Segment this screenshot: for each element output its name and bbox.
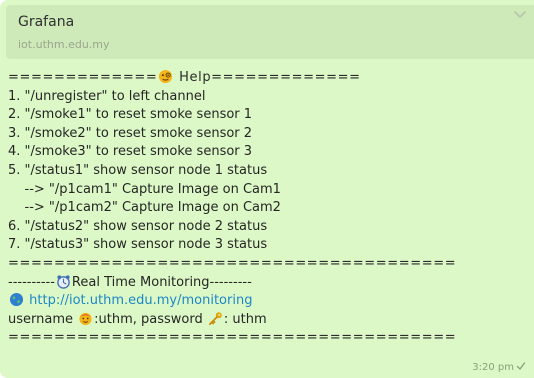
face-icon <box>79 312 92 325</box>
message-meta: 3:20 pm <box>472 361 526 373</box>
alarm-clock-icon <box>57 274 70 289</box>
chevron-down-icon[interactable] <box>512 7 528 23</box>
help-line-status1: 5. "/status1" show sensor node 1 status <box>8 162 268 178</box>
preview-title: Grafana <box>18 14 75 30</box>
password-label: :uthm, password <box>94 311 207 327</box>
monitoring-label: Real Time Monitoring--------- <box>71 274 252 290</box>
monitoring-link-line: http://iot.uthm.edu.my/monitoring <box>8 292 478 311</box>
help-line-unregister: 1. "/unregister" to left channel <box>8 88 206 104</box>
username-label: username <box>8 311 78 327</box>
monitoring-url-link[interactable]: http://iot.uthm.edu.my/monitoring <box>29 293 252 308</box>
monocle-face-icon <box>159 69 173 84</box>
closing-separator-line: ======================================= <box>8 330 457 346</box>
message-bubble: Grafana iot.uthm.edu.my ============= He… <box>0 0 534 378</box>
help-line-status2: 6. "/status2" show sensor node 2 status <box>8 218 268 234</box>
help-line-smoke1: 2. "/smoke1" to reset smoke sensor 1 <box>8 107 253 123</box>
help-header: ============= Help============= <box>8 69 478 88</box>
monitoring-header: ---------- Real Time Monitoring--------- <box>8 274 478 293</box>
help-sep-left: ============= <box>8 70 158 85</box>
message-time: 3:20 pm <box>472 362 514 373</box>
globe-icon <box>9 293 24 307</box>
preview-accent <box>6 5 10 59</box>
preview-domain: iot.uthm.edu.my <box>18 38 110 51</box>
help-line-p1cam1: --> "/p1cam1" Capture Image on Cam1 <box>8 181 281 197</box>
help-line-status3: 7. "/status3" show sensor node 3 status <box>8 237 268 253</box>
help-line-smoke3: 4. "/smoke3" to reset smoke sensor 3 <box>8 144 253 160</box>
key-icon <box>208 311 222 325</box>
password-value: : uthm <box>223 311 267 327</box>
separator-line: ======================================= <box>8 255 457 271</box>
single-check-icon <box>516 362 526 370</box>
help-label: Help============= <box>174 70 361 85</box>
link-preview[interactable]: Grafana iot.uthm.edu.my <box>6 5 534 59</box>
message-text: ============= Help============= 1. "/unr… <box>8 69 478 348</box>
help-line-p1cam2: --> "/p1cam2" Capture Image on Cam2 <box>8 200 281 216</box>
credentials-line: username :uthm, password : uthm <box>8 311 478 330</box>
monitoring-dashes: ---------- <box>8 274 55 290</box>
help-line-smoke2: 3. "/smoke2" to reset smoke sensor 2 <box>8 125 253 141</box>
